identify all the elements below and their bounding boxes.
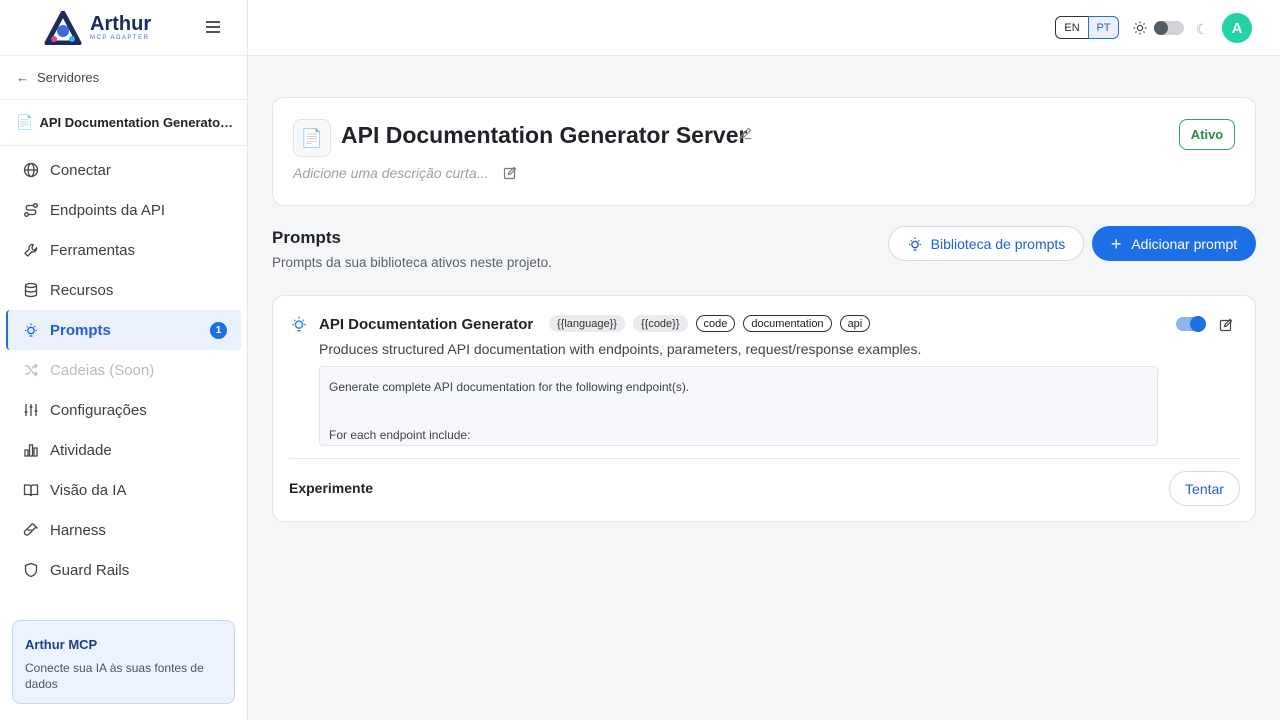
test-tube-icon (22, 521, 40, 539)
divider (289, 458, 1240, 459)
sidebar-item-label: Conectar (50, 161, 111, 179)
brand-subtitle: MCP ADAPTER (90, 35, 150, 41)
sidebar-item-label: Ferramentas (50, 241, 136, 259)
plus-icon: + (1110, 233, 1122, 254)
try-label: Experimente (289, 480, 374, 496)
sidebar-item-label: Endpoints da API (50, 201, 166, 219)
prompt-enabled-toggle[interactable] (1176, 316, 1206, 332)
sidebar-item-harness[interactable]: Harness (6, 510, 241, 550)
globe-icon (22, 161, 40, 179)
route-icon (22, 201, 40, 219)
edit-title-icon[interactable] (739, 126, 753, 140)
page-title: API Documentation Generator Server (341, 122, 748, 148)
server-header-card: 📄 API Documentation Generator Server Adi… (272, 97, 1256, 206)
toggle-knob (1190, 316, 1206, 332)
template-line: For each endpoint include: (329, 428, 471, 442)
sidebar-item-cadeias: Cadeias (Soon) (6, 350, 241, 390)
sidebar-item-label: Harness (50, 521, 106, 539)
add-prompt-button[interactable]: + Adicionar prompt (1092, 226, 1256, 261)
shuffle-icon (22, 361, 40, 379)
sidebar-nav: Conectar Endpoints da API Ferramentas Re… (0, 146, 247, 590)
sidebar-item-recursos[interactable]: Recursos (6, 270, 241, 310)
try-button[interactable]: Tentar (1169, 471, 1240, 506)
prompt-template-preview: Generate complete API documentation for … (319, 366, 1158, 446)
prompt-library-label: Biblioteca de prompts (930, 235, 1066, 252)
add-prompt-label: Adicionar prompt (1131, 235, 1238, 252)
prompts-count-badge: 1 (210, 322, 227, 339)
sidebar-item-atividade[interactable]: Atividade (6, 430, 241, 470)
menu-icon[interactable] (206, 21, 220, 33)
promo-title: Arthur MCP (25, 637, 98, 652)
edit-prompt-icon[interactable] (1219, 318, 1233, 332)
template-line: Generate complete API documentation for … (329, 380, 690, 394)
prompts-section-title: Prompts (272, 228, 341, 247)
bulb-icon (22, 321, 40, 339)
description-placeholder[interactable]: Adicione uma descrição curta... (293, 165, 488, 181)
database-icon (22, 281, 40, 299)
back-to-servers-link[interactable]: ← Servidores (0, 56, 247, 100)
lang-pt-button[interactable]: PT (1088, 16, 1119, 39)
sidebar-item-label: Prompts (50, 321, 111, 339)
bulb-icon (908, 237, 921, 251)
tag-keyword: code (695, 315, 736, 332)
promo-text: Conecte sua IA às suas fontes de dados (25, 661, 204, 691)
edit-description-icon[interactable] (503, 166, 517, 180)
sidebar-item-configuracoes[interactable]: Configurações (6, 390, 241, 430)
tag-variable: {{code}} (632, 315, 688, 332)
sidebar-item-label: Visão da IA (50, 481, 127, 499)
brand-logo[interactable]: Arthur MCP ADAPTER (0, 0, 247, 56)
sidebar-item-visao-ia[interactable]: Visão da IA (6, 470, 241, 510)
brand-name: Arthur (90, 13, 152, 35)
sidebar: Arthur MCP ADAPTER ← Servidores 📄 API Do… (0, 0, 248, 720)
sidebar-item-label: Recursos (50, 281, 114, 299)
current-server-name: API Documentation Generator Server (39, 115, 234, 130)
topbar: EN PT ☾ A (248, 0, 1280, 56)
sidebar-item-conectar[interactable]: Conectar (6, 150, 241, 190)
sidebar-item-label: Configurações (50, 401, 147, 419)
document-icon: 📄 (16, 114, 34, 130)
arthur-logo-icon (44, 10, 82, 45)
back-label: Servidores (37, 70, 100, 85)
prompts-section-subtitle: Prompts da sua biblioteca ativos neste p… (272, 255, 552, 270)
prompt-tags: {{language}} {{code}} code documentation… (549, 315, 871, 332)
prompt-card: API Documentation Generator {{language}}… (272, 295, 1256, 522)
theme-toggle-knob (1154, 21, 1168, 35)
promo-card: Arthur MCP Conecte sua IA às suas fontes… (12, 620, 235, 704)
sidebar-item-endpoints[interactable]: Endpoints da API (6, 190, 241, 230)
theme-toggle[interactable] (1154, 21, 1184, 35)
sliders-icon (22, 401, 40, 419)
moon-icon: ☾ (1196, 21, 1209, 37)
sidebar-item-guard-rails[interactable]: Guard Rails (6, 550, 241, 590)
shield-icon (22, 561, 40, 579)
sidebar-item-label: Atividade (50, 441, 112, 459)
sidebar-item-prompts[interactable]: Prompts 1 (6, 310, 241, 350)
sidebar-item-label: Guard Rails (50, 561, 130, 579)
bar-chart-icon (22, 441, 40, 459)
language-switcher: EN PT (1055, 16, 1119, 39)
status-badge: Ativo (1179, 119, 1235, 150)
server-document-icon: 📄 (293, 119, 331, 157)
avatar[interactable]: A (1222, 13, 1252, 43)
sun-icon (1133, 21, 1147, 35)
wrench-icon (22, 241, 40, 259)
prompt-title: API Documentation Generator (319, 316, 534, 333)
arrow-left-icon: ← (16, 70, 29, 85)
prompt-description: Produces structured API documentation wi… (319, 341, 922, 357)
book-icon (22, 481, 40, 499)
tag-variable: {{language}} (549, 315, 625, 332)
current-server: 📄 API Documentation Generator Server (0, 100, 247, 146)
lang-en-button[interactable]: EN (1055, 16, 1089, 39)
sidebar-item-ferramentas[interactable]: Ferramentas (6, 230, 241, 270)
bulb-icon (292, 316, 306, 332)
tag-keyword: documentation (743, 315, 832, 332)
sidebar-item-label: Cadeias (Soon) (50, 361, 155, 379)
tag-keyword: api (839, 315, 871, 332)
prompt-library-button[interactable]: Biblioteca de prompts (888, 226, 1084, 261)
